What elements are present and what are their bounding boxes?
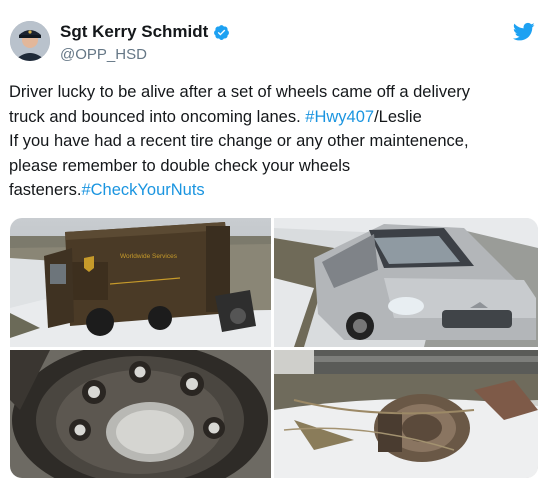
tweet-card: Sgt Kerry Schmidt @OPP_HSD Driver lucky … (0, 0, 560, 485)
tweet-line-1: Driver lucky to be alive after a set of … (9, 83, 470, 101)
hashtag-hwy407-link[interactable]: #Hwy407 (305, 108, 374, 126)
avatar[interactable] (10, 21, 50, 61)
tweet-line-2-suffix: /Leslie (374, 107, 422, 126)
author-name[interactable]: Sgt Kerry Schmidt (60, 22, 230, 42)
author-name-text[interactable]: Sgt Kerry Schmidt (60, 22, 208, 42)
tweet-line-5-text: fasteners. (9, 181, 82, 199)
truck-lettering: Worldwide Services (120, 253, 178, 260)
tweet-line-2-text: truck and bounced into oncoming lanes. (9, 107, 306, 126)
verified-badge-icon (214, 24, 230, 40)
media-grid: Worldwide Services (10, 218, 538, 478)
twitter-bird-icon[interactable] (513, 22, 535, 42)
photo-wheel-hub[interactable] (10, 350, 271, 478)
tweet-line-3: If you have had a recent tire change or … (9, 132, 469, 150)
photo-damaged-car[interactable] (274, 218, 538, 347)
author-handle[interactable]: @OPP_HSD (60, 46, 147, 63)
tweet-line-4: please remember to double check your whe… (9, 156, 351, 175)
tweet-text: Driver lucky to be alive after a set of … (9, 80, 549, 203)
tweet-line-5: fasteners.#CheckYourNuts (9, 178, 549, 203)
photo-detached-wheel[interactable] (274, 350, 538, 478)
tweet-line-2: truck and bounced into oncoming lanes. #… (9, 105, 549, 130)
hashtag-checkyournuts-link[interactable]: #CheckYourNuts (81, 181, 204, 199)
photo-delivery-truck[interactable]: Worldwide Services (10, 218, 271, 347)
